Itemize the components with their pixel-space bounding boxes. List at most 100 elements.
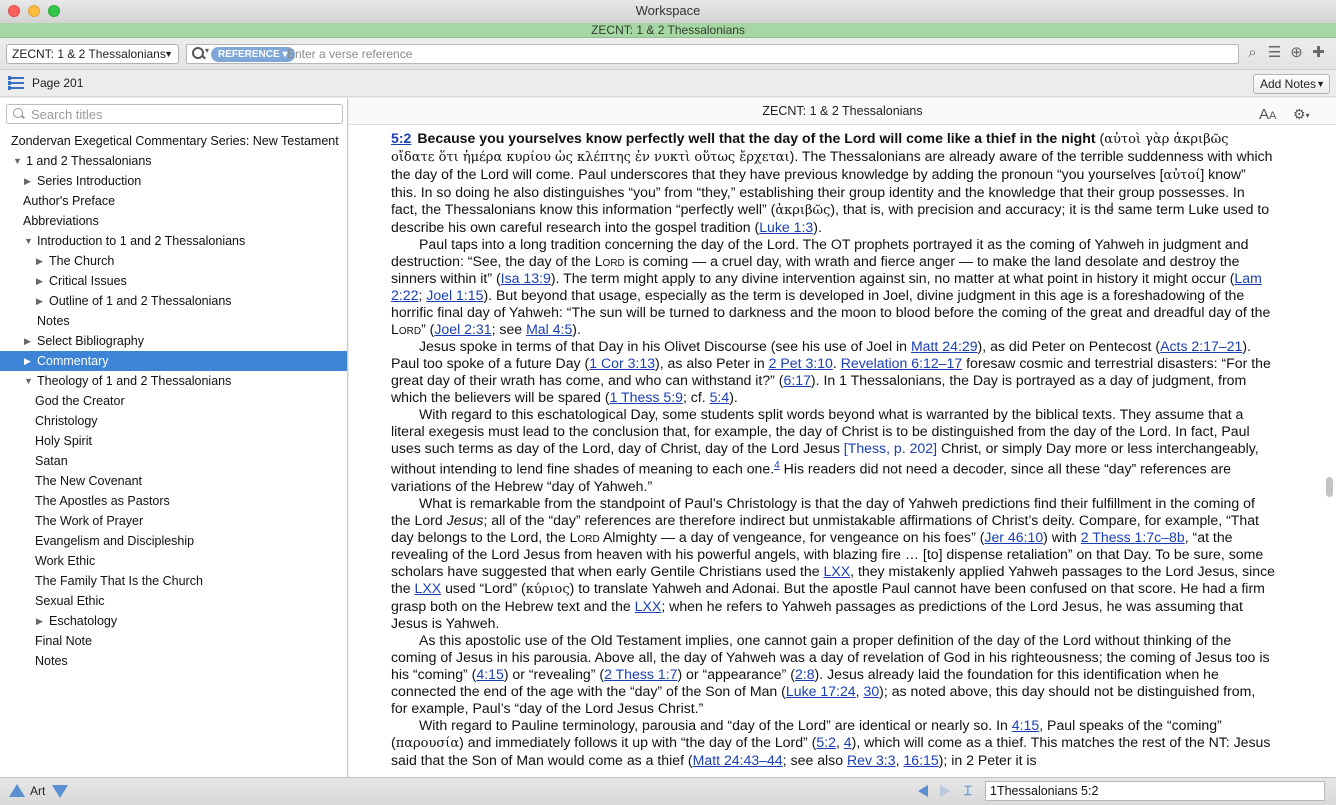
tree-item-label: Select Bibliography [37, 334, 145, 348]
scripture-reference-link[interactable]: Acts 2:17–21 [1160, 338, 1242, 354]
close-window-button[interactable] [8, 5, 20, 17]
tree-item[interactable]: ▶ Outline of 1 and 2 Thessalonians [0, 291, 347, 311]
tree-item[interactable]: ▶ Critical Issues [0, 271, 347, 291]
tree-item[interactable]: ▶ Eschatology [0, 611, 347, 631]
scripture-reference-link[interactable]: 6:17 [783, 372, 810, 388]
tree-item[interactable]: God the Creator [0, 391, 347, 411]
tree-item[interactable]: Satan [0, 451, 347, 471]
add-notes-button[interactable]: Add Notes ▼ [1253, 74, 1330, 94]
scripture-reference-link[interactable]: 4:15 [1012, 717, 1039, 733]
scripture-reference-link[interactable]: 16:15 [903, 752, 938, 768]
body-text: ) with [1043, 528, 1081, 545]
add-icon[interactable]: ⊕ [1288, 44, 1305, 62]
current-reference-field[interactable] [985, 781, 1325, 801]
tree-item-label: The New Covenant [35, 474, 143, 488]
zoom-window-button[interactable] [48, 5, 60, 17]
tree-item[interactable]: ▼ Introduction to 1 and 2 Thessalonians [0, 231, 347, 251]
reference-type-pill[interactable]: REFERENCE ▾ [211, 47, 295, 62]
scripture-reference-link[interactable]: 1 Cor 3:13 [589, 355, 655, 371]
tree-item[interactable]: ▶ The Church [0, 251, 347, 271]
scripture-reference-link[interactable]: Mal 4:5 [526, 321, 572, 337]
body-text: ( [1095, 130, 1105, 146]
page-marker: [Thess, p. 202] [843, 440, 938, 456]
reference-input[interactable] [287, 45, 1227, 63]
tree-item[interactable]: Zondervan Exegetical Commentary Series: … [0, 131, 347, 151]
disclosure-closed-icon[interactable]: ▶ [36, 271, 46, 291]
tree-item[interactable]: Abbreviations [0, 211, 347, 231]
tree-item[interactable]: Notes [0, 311, 347, 331]
tree-item[interactable]: ▼ 1 and 2 Thessalonians [0, 151, 347, 171]
gear-icon[interactable]: ⚙▾ [1293, 101, 1310, 129]
scripture-reference-link[interactable]: Rev 3:3 [847, 752, 896, 768]
disclosure-closed-icon[interactable]: ▶ [36, 251, 46, 271]
scripture-reference-link[interactable]: Matt 24:29 [911, 338, 978, 354]
vertical-scrollbar[interactable] [1326, 477, 1333, 497]
tree-item[interactable]: Final Note [0, 631, 347, 651]
scripture-reference-link[interactable]: Joel 1:15 [426, 287, 483, 303]
scripture-reference-link[interactable]: Luke 17:24 [786, 683, 856, 699]
scripture-reference-link[interactable]: 4:15 [476, 666, 503, 682]
scripture-reference-link[interactable]: 2:8 [795, 666, 815, 682]
disclosure-open-icon[interactable]: ▼ [13, 151, 23, 171]
tree-item[interactable]: The Apostles as Pastors [0, 491, 347, 511]
tree-item[interactable]: ▶ Series Introduction [0, 171, 347, 191]
scripture-reference-link[interactable]: Isa 13:9 [501, 270, 551, 286]
list-icon[interactable]: ☰ [1266, 44, 1283, 62]
scripture-reference-link[interactable]: 4 [844, 734, 852, 750]
scripture-reference-link[interactable]: LXX [635, 598, 662, 614]
body-text: ; see [491, 321, 527, 337]
scripture-reference-link[interactable]: 30 [863, 683, 879, 699]
disclosure-closed-icon[interactable]: ▶ [24, 331, 34, 351]
triangle-up-icon[interactable] [9, 784, 25, 797]
tree-item[interactable]: The Work of Prayer [0, 511, 347, 531]
tree-item-label: Work Ethic [35, 554, 96, 568]
tree-item[interactable]: Author's Preface [0, 191, 347, 211]
disclosure-closed-icon[interactable]: ▶ [24, 171, 34, 191]
scripture-reference-link[interactable]: LXX [415, 580, 442, 596]
disclosure-closed-icon[interactable]: ▶ [36, 291, 46, 311]
disclosure-closed-icon[interactable]: ▶ [36, 611, 46, 631]
back-arrow-icon[interactable] [918, 785, 928, 797]
tree-item[interactable]: ▶ Select Bibliography [0, 331, 347, 351]
chevron-down-icon[interactable]: ▾ [205, 46, 209, 55]
tree-item-selected[interactable]: ▶ Commentary [0, 351, 347, 371]
greek-text: παρουσία [395, 735, 460, 751]
forward-arrow-icon[interactable] [940, 785, 950, 797]
search-icon[interactable] [192, 47, 205, 60]
scripture-reference-link[interactable]: 2 Thess 1:7c–8b [1081, 529, 1185, 545]
scripture-reference-link[interactable]: 5:4 [710, 389, 730, 405]
link-icon[interactable]: ⌶ [964, 784, 976, 798]
scripture-reference-link[interactable]: 1 Thess 5:9 [610, 389, 683, 405]
scripture-reference-link[interactable]: LXX [823, 563, 850, 579]
scripture-reference-link[interactable]: Jer 46:10 [984, 529, 1043, 545]
minimize-window-button[interactable] [28, 5, 40, 17]
scripture-reference-link[interactable]: Revelation 6:12–17 [841, 355, 962, 371]
table-of-contents-icon[interactable] [8, 76, 24, 90]
scripture-reference-link[interactable]: 5:2 [816, 734, 836, 750]
book-select[interactable]: ZECNT: 1 & 2 Thessalonians ▼ [6, 44, 179, 64]
tree-item[interactable]: The Family That Is the Church [0, 571, 347, 591]
text-size-icon[interactable]: AA [1259, 101, 1276, 130]
search-icon[interactable]: ⌕ [1244, 44, 1261, 62]
scripture-reference-link[interactable]: Luke 1:3 [759, 219, 813, 235]
tree-item[interactable]: Sexual Ethic [0, 591, 347, 611]
tree-item[interactable]: Christology [0, 411, 347, 431]
tree-item[interactable]: Holy Spirit [0, 431, 347, 451]
tree-item[interactable]: The New Covenant [0, 471, 347, 491]
tree-item[interactable]: Evangelism and Discipleship [0, 531, 347, 551]
scripture-reference-link[interactable]: Joel 2:31 [434, 321, 491, 337]
scripture-reference-link[interactable]: 2 Thess 1:7 [604, 666, 677, 682]
tree-item[interactable]: ▼ Theology of 1 and 2 Thessalonians [0, 371, 347, 391]
scripture-reference-link[interactable]: Matt 24:43–44 [693, 752, 783, 768]
verse-number-link[interactable]: 5:2 [391, 130, 411, 146]
search-titles-input[interactable] [31, 105, 331, 123]
disclosure-closed-icon[interactable]: ▶ [24, 351, 34, 371]
scripture-reference-link[interactable]: 2 Pet 3:10 [769, 355, 833, 371]
triangle-down-icon[interactable] [52, 785, 68, 798]
tree-item[interactable]: Work Ethic [0, 551, 347, 571]
tree-item[interactable]: Notes [0, 651, 347, 671]
disclosure-open-icon[interactable]: ▼ [24, 231, 34, 251]
puzzle-icon[interactable]: ✚ [1310, 44, 1327, 62]
italic-text: Jesus [446, 511, 484, 528]
disclosure-open-icon[interactable]: ▼ [24, 371, 34, 391]
